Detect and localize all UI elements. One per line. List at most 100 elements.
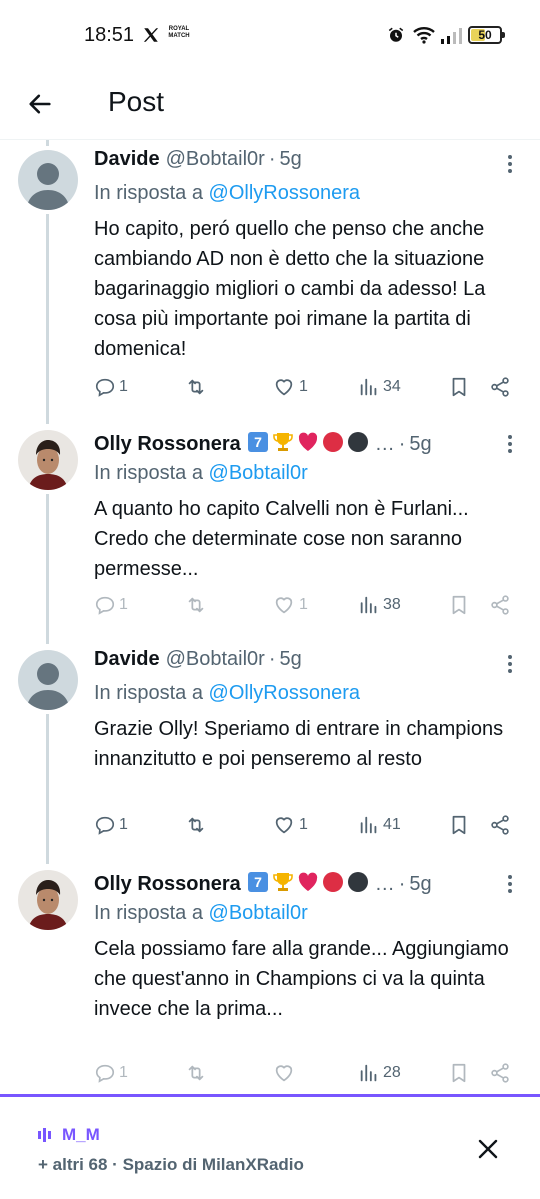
- replies-count: 1: [119, 1064, 128, 1081]
- tweet-header: Olly Rossonera 7 … · 5g: [94, 428, 432, 456]
- battery-level: 50: [478, 28, 492, 42]
- avatar[interactable]: [18, 870, 78, 930]
- separator-dot: ·: [398, 433, 406, 455]
- like-button[interactable]: 1: [272, 810, 308, 840]
- x-logo-icon: [143, 28, 159, 42]
- author-handle[interactable]: …: [375, 433, 395, 456]
- close-button[interactable]: [472, 1133, 504, 1165]
- reply-button[interactable]: 1: [94, 810, 128, 840]
- heart-icon: [272, 376, 296, 398]
- retweet-button[interactable]: [184, 810, 208, 840]
- reply-label: In risposta a: [94, 462, 203, 484]
- more-options-icon[interactable]: [500, 652, 520, 676]
- retweet-button[interactable]: [184, 1058, 208, 1088]
- views-icon: [358, 376, 380, 398]
- tweet-time[interactable]: 5g: [280, 648, 302, 671]
- avatar[interactable]: [18, 430, 78, 490]
- space-host-name: M_M: [62, 1125, 100, 1144]
- tweet-time[interactable]: 5g: [409, 433, 431, 456]
- reply-context: In risposta a @OllyRossonera: [94, 182, 360, 205]
- views-icon: [358, 1062, 380, 1084]
- share-button[interactable]: [488, 372, 512, 402]
- avatar[interactable]: [18, 650, 78, 710]
- views-button[interactable]: 41: [358, 810, 401, 840]
- share-button[interactable]: [488, 810, 512, 840]
- page-title: Post: [108, 86, 165, 117]
- reply-mention[interactable]: @Bobtail0r: [209, 902, 308, 924]
- more-options-icon[interactable]: [500, 152, 520, 176]
- more-options-icon[interactable]: [500, 432, 520, 456]
- views-icon: [358, 594, 380, 616]
- svg-text:7: 7: [254, 874, 262, 890]
- author-name[interactable]: Davide: [94, 648, 160, 671]
- reply-label: In risposta a: [94, 902, 203, 924]
- keycap-7-icon: 7: [247, 871, 269, 899]
- share-button[interactable]: [488, 1058, 512, 1088]
- replies-count: 1: [119, 378, 128, 395]
- audio-bars-icon: [38, 1128, 51, 1142]
- reply-button[interactable]: 1: [94, 1058, 128, 1088]
- tweet-text: Ho capito, peró quello che penso che anc…: [94, 218, 486, 360]
- retweet-icon: [184, 1062, 208, 1084]
- top-app-bar: Post: [0, 70, 540, 140]
- author-handle[interactable]: …: [375, 873, 395, 896]
- separator-dot: ·: [398, 873, 406, 895]
- replies-count: 1: [119, 596, 128, 613]
- views-button[interactable]: 34: [358, 372, 401, 402]
- bookmark-button[interactable]: [448, 590, 470, 620]
- author-name[interactable]: Olly Rossonera: [94, 873, 241, 896]
- like-button[interactable]: [272, 1058, 299, 1088]
- tweet-header: Davide @Bobtail0r · 5g: [94, 148, 302, 176]
- reply-icon: [94, 594, 116, 616]
- views-icon: [358, 814, 380, 836]
- views-button[interactable]: 38: [358, 590, 401, 620]
- reply-icon: [94, 1062, 116, 1084]
- tweet[interactable]: Davide @Bobtail0r · 5g In risposta a @OllyRo…: [0, 148, 540, 406]
- back-button[interactable]: [20, 84, 60, 124]
- author-name[interactable]: Olly Rossonera: [94, 433, 241, 456]
- bookmark-button[interactable]: [448, 372, 470, 402]
- reply-button[interactable]: 1: [94, 590, 128, 620]
- arrow-left-icon: [29, 94, 51, 114]
- author-handle[interactable]: @Bobtail0r: [166, 648, 265, 671]
- like-button[interactable]: 1: [272, 590, 308, 620]
- share-button[interactable]: [488, 590, 512, 620]
- reply-context: In risposta a @Bobtail0r: [94, 462, 308, 485]
- retweet-icon: [184, 594, 208, 616]
- reply-mention[interactable]: @OllyRossonera: [209, 182, 360, 204]
- retweet-button[interactable]: [184, 372, 208, 402]
- alarm-icon: [388, 27, 404, 42]
- tweet-actions: 1 1 34: [94, 372, 524, 402]
- reply-icon: [94, 376, 116, 398]
- more-options-icon[interactable]: [500, 872, 520, 896]
- reply-button[interactable]: 1: [94, 372, 128, 402]
- author-name[interactable]: Davide: [94, 148, 160, 171]
- tweet[interactable]: Olly Rossonera 7 … · 5g In risposta a @Bobtai…: [0, 428, 540, 624]
- bookmark-button[interactable]: [448, 1058, 470, 1088]
- share-icon: [488, 814, 512, 836]
- thread-line: [46, 140, 49, 146]
- heart-icon: [272, 594, 296, 616]
- reply-mention[interactable]: @Bobtail0r: [209, 462, 308, 484]
- retweet-icon: [184, 376, 208, 398]
- tweet-actions: 1 1 41: [94, 810, 524, 840]
- views-button[interactable]: 28: [358, 1058, 401, 1088]
- reply-mention[interactable]: @OllyRossonera: [209, 682, 360, 704]
- heart-icon: [272, 814, 296, 836]
- tweet-text: Cela possiamo fare alla grande... Aggiun…: [94, 938, 509, 1020]
- avatar[interactable]: [18, 150, 78, 210]
- tweet-text: A quanto ho capito Calvelli non è Furlan…: [94, 498, 469, 580]
- retweet-button[interactable]: [184, 590, 208, 620]
- heart-icon: [272, 1062, 296, 1084]
- red-heart-icon: [297, 871, 319, 899]
- views-count: 34: [383, 378, 401, 395]
- tweet[interactable]: Davide @Bobtail0r · 5g In risposta a @OllyRo…: [0, 648, 540, 844]
- bookmark-button[interactable]: [448, 810, 470, 840]
- space-bar[interactable]: M_M + altri 68 · Spazio di MilanXRadio: [0, 1094, 540, 1199]
- author-handle[interactable]: @Bobtail0r: [166, 148, 265, 171]
- reply-label: In risposta a: [94, 682, 203, 704]
- tweet[interactable]: Olly Rossonera 7 … · 5g In risposta a @Bobtai…: [0, 868, 540, 1092]
- tweet-time[interactable]: 5g: [409, 873, 431, 896]
- tweet-time[interactable]: 5g: [280, 148, 302, 171]
- like-button[interactable]: 1: [272, 372, 308, 402]
